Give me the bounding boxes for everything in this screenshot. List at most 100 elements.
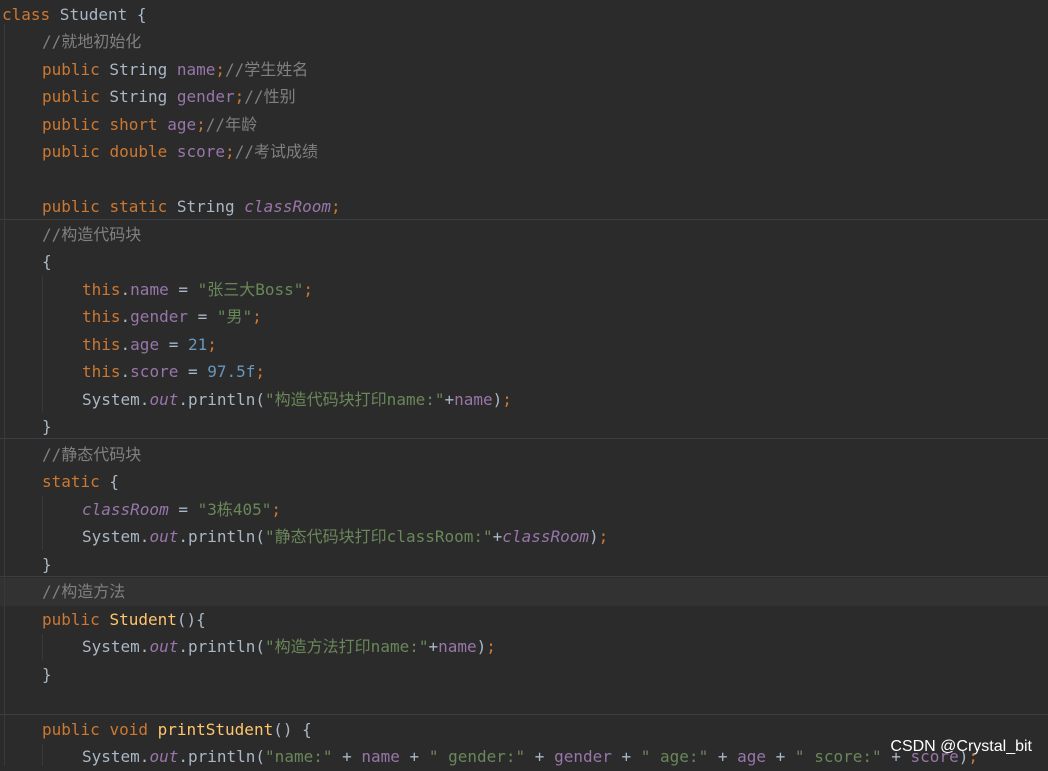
code-text: System.out.println("构造方法打印name:"+name); — [82, 633, 496, 661]
code-text: this.gender = "男"; — [82, 303, 262, 331]
code-line[interactable]: public short age;//年龄 — [0, 111, 1048, 139]
code-text: static { — [42, 468, 119, 496]
plain-token: String — [99, 87, 177, 106]
keyword-token: public — [42, 719, 100, 739]
code-line[interactable]: //就地初始化 — [0, 28, 1048, 56]
indent-guide — [4, 24, 5, 766]
code-line[interactable]: this.gender = "男"; — [0, 303, 1048, 331]
keyword-token: ; — [252, 307, 262, 326]
string-token: "构造代码块打印name:" — [265, 389, 445, 409]
code-text: //构造方法 — [42, 578, 125, 606]
keyword-token: ; — [486, 637, 496, 656]
code-text: //就地初始化 — [42, 28, 141, 56]
code-line[interactable]: } — [0, 551, 1048, 579]
keyword-token: public — [42, 59, 100, 79]
code-text: public static String classRoom; — [42, 193, 341, 221]
method-token: Student — [109, 609, 177, 629]
code-line[interactable]: } — [0, 413, 1048, 441]
plain-token: + — [428, 637, 439, 656]
code-line[interactable]: classRoom = "3栋405"; — [0, 496, 1048, 524]
keyword-token: this — [82, 279, 121, 299]
code-text: public Student(){ — [42, 606, 206, 634]
plain-token: + — [525, 747, 555, 766]
code-text: System.out.println("构造代码块打印name:"+name); — [82, 386, 512, 414]
field-token: score — [176, 142, 226, 161]
keyword-token: public — [42, 142, 100, 161]
code-line[interactable]: //构造方法 — [0, 578, 1048, 606]
code-text: } — [42, 413, 52, 441]
keyword-token: void — [109, 719, 148, 739]
static-field-token: out — [149, 389, 179, 409]
static-field-token: classRoom — [502, 527, 589, 546]
code-line[interactable]: static { — [0, 468, 1048, 496]
keyword-token: ; — [234, 87, 245, 106]
code-line[interactable]: this.name = "张三大Boss"; — [0, 276, 1048, 304]
plain-token: ) — [492, 389, 503, 409]
field-token: name — [454, 389, 493, 409]
string-token: " gender:" — [428, 747, 526, 766]
plain-token: System. — [82, 637, 150, 656]
field-token: name — [176, 59, 216, 79]
plain-token: .println( — [178, 527, 266, 546]
code-line[interactable]: public Student(){ — [0, 606, 1048, 634]
keyword-token: public — [42, 609, 100, 629]
keyword-token: ; — [225, 142, 235, 161]
static-field-token: out — [149, 527, 179, 546]
keyword-token: short — [109, 114, 158, 134]
string-token: "男" — [216, 307, 253, 326]
field-token: score — [130, 362, 179, 381]
keyword-token: ; — [598, 527, 609, 546]
code-line[interactable]: public String gender;//性别 — [0, 83, 1048, 111]
plain-token: + — [708, 747, 738, 766]
comment-token: //构造方法 — [42, 582, 126, 601]
keyword-token: ; — [331, 197, 341, 216]
code-text: } — [42, 661, 52, 689]
method-token: printStudent — [157, 719, 274, 739]
static-field-token: classRoom — [82, 499, 169, 519]
code-line[interactable]: //构造代码块 — [0, 221, 1048, 249]
keyword-token: static — [109, 197, 168, 216]
code-line[interactable] — [0, 166, 1048, 194]
plain-token: + — [399, 747, 429, 766]
string-token: "name:" — [265, 747, 333, 766]
code-text: System.out.println("静态代码块打印classRoom:"+c… — [82, 523, 608, 551]
string-token: "构造方法打印name:" — [265, 637, 429, 656]
code-line[interactable] — [0, 688, 1048, 716]
code-line[interactable]: class Student { — [0, 1, 1048, 29]
string-token: "静态代码块打印classRoom:" — [265, 527, 493, 546]
static-field-token: out — [149, 747, 179, 766]
code-text: public String gender;//性别 — [42, 83, 296, 111]
string-token: "3栋405" — [197, 499, 272, 519]
field-token: gender — [554, 747, 612, 766]
method-separator — [0, 219, 1048, 220]
keyword-token: ; — [196, 114, 206, 134]
plain-token: = — [159, 334, 188, 354]
code-line[interactable]: public String name;//学生姓名 — [0, 56, 1048, 84]
code-line[interactable]: { — [0, 248, 1048, 276]
keyword-token: this — [82, 334, 121, 354]
code-line[interactable]: System.out.println("构造方法打印name:"+name); — [0, 633, 1048, 661]
indent-guide — [42, 276, 43, 412]
code-line[interactable]: public static String classRoom; — [0, 193, 1048, 221]
code-line[interactable]: //静态代码块 — [0, 441, 1048, 469]
plain-token: { — [99, 472, 120, 491]
code-line[interactable]: System.out.println("构造代码块打印name:"+name); — [0, 386, 1048, 414]
plain-token: = — [187, 307, 217, 326]
string-token: " age:" — [640, 747, 709, 766]
plain-token: + — [444, 389, 455, 409]
code-text: public String name;//学生姓名 — [42, 56, 308, 84]
code-line[interactable]: System.out.println("静态代码块打印classRoom:"+c… — [0, 523, 1048, 551]
plain-token: ) — [589, 527, 599, 546]
code-line[interactable]: public double score;//考试成绩 — [0, 138, 1048, 166]
code-line[interactable]: } — [0, 661, 1048, 689]
code-text: class Student { — [2, 1, 147, 29]
code-editor[interactable]: class Student { //就地初始化 public String name… — [0, 0, 1048, 766]
keyword-token: double — [109, 142, 168, 161]
plain-token: } — [42, 417, 52, 436]
code-line[interactable]: this.score = 97.5f; — [0, 358, 1048, 386]
comment-token: //就地初始化 — [42, 32, 142, 51]
code-line[interactable]: this.age = 21; — [0, 331, 1048, 359]
method-separator — [0, 576, 1048, 577]
